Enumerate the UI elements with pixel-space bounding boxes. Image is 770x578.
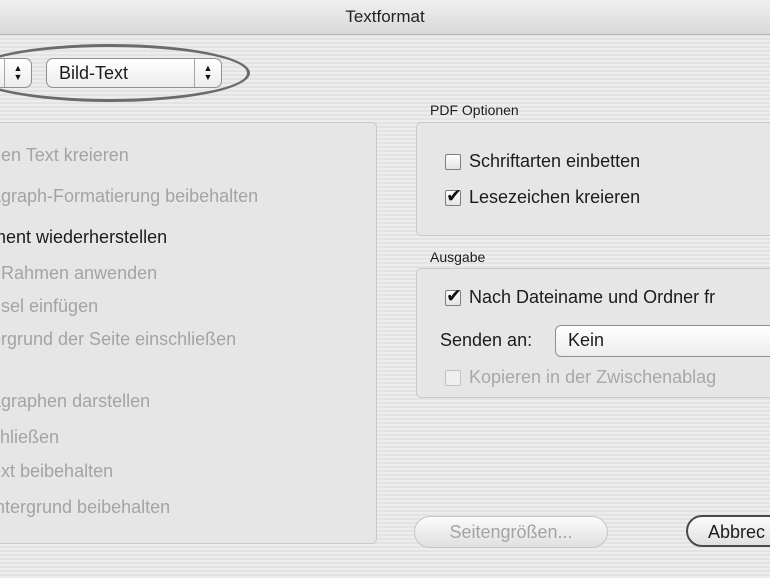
send-to-label: Senden an: — [440, 330, 533, 350]
embed-fonts-label: Schriftarten einbetten — [469, 151, 641, 171]
left-option-item[interactable]: ment wiederherstellen — [0, 227, 167, 248]
copy-clipboard-checkbox[interactable] — [445, 369, 461, 386]
left-option-item: t Rahmen anwenden — [0, 263, 158, 283]
left-option-item: intergrund beibehalten — [0, 497, 171, 517]
create-bookmarks-checkbox-row[interactable]: ✔ Lesezeichen kreieren — [445, 186, 641, 208]
left-option-item: ergrund der Seite einschließen — [0, 329, 237, 349]
left-option-item: ext beibehalten — [0, 461, 114, 481]
embed-fonts-checkbox[interactable] — [445, 153, 461, 170]
copy-clipboard-label: Kopieren in der Zwischenablag — [469, 367, 717, 387]
left-options-panel: nen Text kreieren agraph-Formatierung be… — [0, 122, 377, 544]
left-option-item: agraph-Formatierung beibehalten — [0, 186, 259, 206]
by-filename-checkbox[interactable]: ✔ — [445, 286, 462, 307]
cancel-button[interactable]: Abbrec — [686, 515, 770, 547]
left-option-item: chließen — [0, 427, 60, 447]
left-option-item: agraphen darstellen — [0, 391, 151, 411]
checkmark-icon: ✔ — [446, 285, 462, 307]
checkmark-icon: ✔ — [446, 185, 462, 207]
page-sizes-button[interactable]: Seitengrößen... — [414, 516, 608, 548]
create-bookmarks-label: Lesezeichen kreieren — [469, 187, 641, 207]
create-bookmarks-checkbox[interactable]: ✔ — [445, 186, 462, 207]
by-filename-label: Nach Dateiname und Ordner fr — [469, 287, 716, 307]
send-to-popup[interactable]: Kein — [555, 325, 770, 357]
pdf-options-label: PDF Optionen — [430, 102, 519, 118]
copy-clipboard-checkbox-row[interactable]: Kopieren in der Zwischenablag — [445, 367, 716, 388]
pdf-options-group: Schriftarten einbetten ✔ Lesezeichen kre… — [416, 122, 770, 236]
output-label: Ausgabe — [430, 249, 486, 265]
send-to-value: Kein — [568, 330, 605, 350]
window-title: Textformat — [0, 0, 770, 35]
left-option-item: nen Text kreieren — [0, 145, 129, 165]
by-filename-checkbox-row[interactable]: ✔ Nach Dateiname und Ordner fr — [445, 286, 716, 308]
output-group: ✔ Nach Dateiname und Ordner fr Senden an… — [416, 268, 770, 398]
embed-fonts-checkbox-row[interactable]: Schriftarten einbetten — [445, 151, 640, 172]
left-option-item: hsel einfügen — [0, 296, 99, 316]
